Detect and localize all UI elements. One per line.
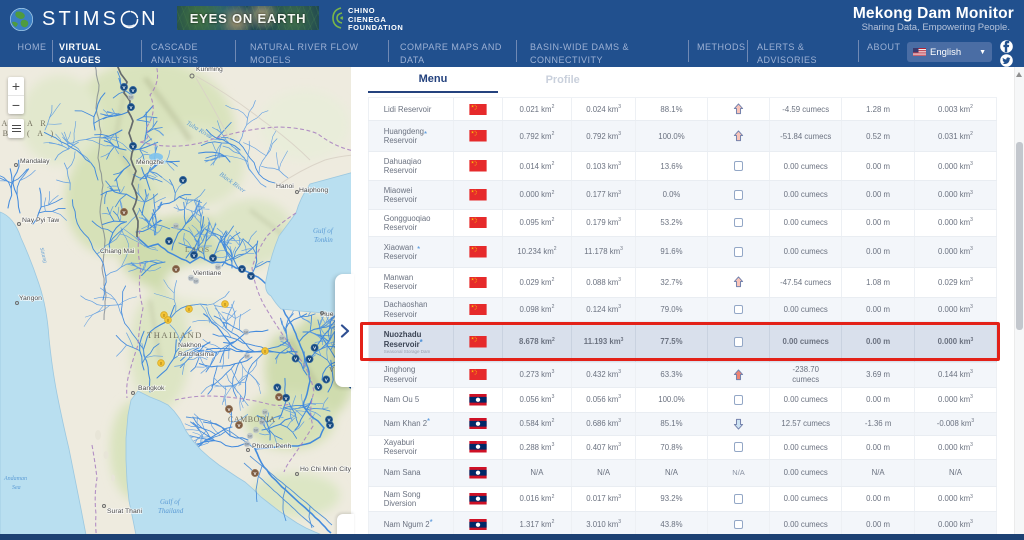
svg-text:V: V [308, 357, 311, 362]
svg-text:SK: SK [248, 435, 253, 439]
svg-text:Sea: Sea [12, 485, 21, 491]
svg-text:SK: SK [245, 355, 250, 359]
svg-text:V: V [192, 253, 195, 258]
svg-text:Chiang Mai: Chiang Mai [100, 248, 135, 255]
svg-text:Andaman: Andaman [3, 476, 27, 482]
svg-text:Gulf of: Gulf of [160, 498, 181, 506]
svg-text:Ho Chi Minh City: Ho Chi Minh City [300, 466, 351, 473]
svg-text:Thailand: Thailand [158, 507, 184, 515]
svg-text:Phnom Penh: Phnom Penh [252, 443, 292, 450]
svg-text:SK: SK [263, 411, 268, 415]
svg-text:Surat Thani: Surat Thani [107, 508, 143, 515]
svg-text:SK: SK [280, 337, 285, 341]
svg-text:V: V [276, 385, 279, 390]
svg-text:SK: SK [129, 96, 134, 100]
svg-text:V: V [249, 274, 252, 279]
svg-text:A R: A R [27, 119, 49, 128]
svg-text:V: V [174, 267, 177, 272]
svg-text:SK: SK [254, 429, 259, 433]
svg-text:Kunming: Kunming [196, 67, 223, 73]
svg-text:Tonkin: Tonkin [314, 236, 333, 244]
svg-text:Haiphong: Haiphong [299, 187, 328, 194]
svg-text:Nay Pyi Taw: Nay Pyi Taw [22, 217, 59, 224]
svg-text:V: V [253, 471, 256, 476]
svg-text:Mengzhe: Mengzhe [136, 159, 164, 166]
svg-text:V: V [237, 423, 240, 428]
svg-text:THAILAND: THAILAND [147, 330, 203, 340]
svg-text:V: V [122, 85, 125, 90]
svg-text:SK: SK [194, 280, 199, 284]
svg-text:V: V [317, 385, 320, 390]
svg-text:Bangkok: Bangkok [138, 385, 165, 392]
svg-text:SK: SK [245, 443, 250, 447]
svg-text:SK: SK [244, 331, 249, 335]
svg-text:SK: SK [174, 225, 179, 229]
svg-text:Hanoi: Hanoi [276, 183, 294, 190]
svg-text:V: V [328, 423, 331, 428]
svg-text:V: V [211, 256, 214, 261]
svg-text:V: V [277, 395, 280, 400]
svg-text:V: V [131, 144, 134, 149]
svg-text:Ratchasima: Ratchasima [178, 351, 214, 358]
svg-text:V: V [240, 267, 243, 272]
svg-text:V: V [294, 357, 297, 362]
svg-text:V: V [181, 178, 184, 183]
svg-text:Nakhon: Nakhon [178, 342, 202, 349]
svg-text:CAMBODIA: CAMBODIA [228, 415, 276, 424]
svg-text:V: V [167, 239, 170, 244]
svg-text:Vientiane: Vientiane [193, 270, 221, 277]
svg-text:V: V [313, 346, 316, 351]
svg-text:V: V [227, 407, 230, 412]
svg-text:V: V [284, 396, 287, 401]
svg-text:Yangon: Yangon [19, 295, 42, 302]
svg-text:( A ): ( A ) [27, 129, 56, 138]
svg-text:V: V [325, 378, 328, 383]
svg-text:Mandalay: Mandalay [20, 158, 50, 165]
svg-text:V: V [131, 88, 134, 93]
svg-text:LAOS: LAOS [185, 245, 211, 254]
svg-text:V: V [129, 105, 132, 110]
svg-text:SK: SK [260, 421, 265, 425]
svg-text:Gulf of: Gulf of [313, 227, 334, 235]
svg-text:SK: SK [216, 266, 221, 270]
svg-text:V: V [122, 210, 125, 215]
